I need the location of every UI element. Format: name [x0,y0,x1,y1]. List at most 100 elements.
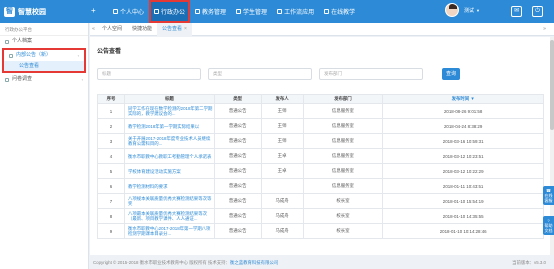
cell-department: 信息服务室 [302,148,384,164]
page-title: 公告查看 [97,49,122,55]
cell-title[interactable]: 教学检测2018年第一学期实际结果以 [123,118,215,134]
cell-type: 普通公告 [213,133,262,149]
float-label: 帮助文档 [544,223,553,233]
nav-item-online-teaching[interactable]: 在线教学 [319,0,360,23]
cell-department: 信息服务室 [302,163,384,179]
book-icon [195,9,201,14]
tab-personal-space[interactable]: 个人空间 [97,23,127,36]
table-row[interactable]: 7 八项规本关联质量优秀大赛检测结果等次等奖 普通公告 马成舟 校长室 2018-01-1… [97,193,544,209]
cell-publish-time: 2018-01-11 10:43:51 [382,178,544,194]
student-icon [236,9,242,14]
cell-department: 校长室 [302,193,384,209]
close-icon[interactable]: × [184,26,187,32]
table-row[interactable]: 3 关于开展2017-2018年度专业技术人员继续教育公需科目的... 普通公告 王师… [97,133,544,149]
cell-title[interactable]: 衡水市职教中心2017-2018年第一学期八项检测学期课本目录分... [123,223,215,239]
cell-department: 信息服务室 [302,103,384,119]
chevron-icon: ‹ [77,53,79,58]
type-filter-input[interactable]: 类型 [208,68,312,80]
cell-department: 校长室 [302,223,384,239]
column-header-publish-time[interactable]: 发布时间 ▼ [382,94,544,104]
column-header-department[interactable]: 发布部门 [302,94,384,104]
sidebar-subitem-view-announcements[interactable]: 公告查看 [4,61,84,71]
announcement-icon [9,53,13,58]
column-header-no[interactable]: 序号 [97,94,125,104]
mail-icon[interactable]: ✉ [511,6,522,17]
nav-label: 工作流应用 [284,10,315,16]
main-nav: 个人中心 行政办公 教务管理 学生管理 工作流应用 在线教学 [108,0,360,23]
scrollbar-thumb[interactable] [550,40,554,130]
survey-icon [5,77,9,82]
table-row[interactable]: 6 教学检测材料的要求 普通公告 信息服务室 2018-01-11 10:43:51 [97,178,544,194]
nav-item-academic-affairs[interactable]: 教务管理 [190,0,231,23]
version-text: 当前版本：v5.3.0 [512,260,546,265]
table-row[interactable]: 5 学校体育建设活动实施方案 普通公告 王卓 信息服务室 2018-03-12 10:22… [97,163,544,179]
title-filter-input[interactable]: 标题 [97,68,201,80]
column-header-publisher[interactable]: 发布人 [260,94,304,104]
workflow-icon [277,9,283,14]
tab-quick-functions[interactable]: 快捷功能 [127,23,157,36]
cell-publisher: 王师 [260,103,304,119]
cell-publish-time: 2018-01-10 14:35:55 [382,208,544,224]
tab-scroll-left-icon[interactable]: « [90,26,97,32]
tab-view-announcements[interactable]: 公告查看 × [157,22,192,36]
cell-publisher [260,178,304,194]
logo-mark-icon: 智 [4,6,15,17]
cell-publish-time: 2018-03-16 10:59:31 [382,133,544,149]
user-menu[interactable]: 测试 ▼ [445,3,480,17]
column-header-type[interactable]: 类型 [213,94,262,104]
cell-publish-time: 2018-08-26 9:01:58 [382,103,544,119]
table-row[interactable]: 4 衡水市职教中心教职工考勤管理个人承诺表 普通公告 王卓 信息服务室 2018-03-1… [97,148,544,164]
sidebar-item-personal-archive[interactable]: 个人档案 [0,36,88,47]
cell-publisher: 马成舟 [260,193,304,209]
online-service-button[interactable]: ☎ 在线客服 [543,186,554,205]
query-button[interactable]: 查询 [442,68,460,80]
cell-title[interactable]: 八项规本关联质量优秀大赛检测结果等次等奖 [123,193,215,209]
cell-title[interactable]: 衡水市职教中心教职工考勤管理个人承诺表 [123,148,215,164]
cell-publisher: 王师 [260,118,304,134]
main-content: 公告查看 标题 类型 发布部门 查询 序号 标题 类型 发布人 发布部门 发布时… [90,37,550,255]
cell-title[interactable]: 学校体育建设活动实施方案 [123,163,215,179]
sidebar-item-survey[interactable]: 问卷调查 ‹ [0,74,88,85]
cell-title[interactable]: 关于开展2017-2018年度专业技术人员继续教育公需科目的... [123,133,215,149]
tab-scroll-right-icon[interactable]: » [541,26,548,32]
float-label: 在线客服 [544,193,553,203]
nav-label: 行政办公 [161,10,186,16]
sidebar-group-announcements: 内部公告（新） ‹ 公告查看 [2,48,86,73]
menu-toggle-icon[interactable]: + [91,6,96,15]
folder-icon [5,39,9,44]
nav-item-workflow[interactable]: 工作流应用 [272,0,319,23]
cell-no: 4 [97,148,125,164]
table-row[interactable]: 2 教学检测2018年第一学期实际结果以 普通公告 王师 信息服务室 2018-04-24… [97,118,544,134]
app-logo[interactable]: 智 智慧校园 [4,5,46,18]
sidebar-item-internal-announcements[interactable]: 内部公告（新） ‹ [4,50,84,61]
department-filter-input[interactable]: 发布部门 [319,68,423,80]
avatar[interactable] [445,3,459,17]
sidebar-header: 行政办公平台 [0,23,88,36]
cell-publish-time: 2018-01-10 10:14:28:46 [382,223,544,239]
table-row[interactable]: 9 衡水市职教中心2017-2018年第一学期八项检测学期课本目录分... 普通公告… [97,223,544,239]
cell-department: 信息服务室 [302,178,384,194]
cell-type: 普通公告 [213,223,262,239]
support-link[interactable]: 衡之蓝教育科技有限公司 [230,260,278,265]
nav-item-student-management[interactable]: 学生管理 [231,0,272,23]
cell-type: 普通公告 [213,118,262,134]
monitor-icon [324,9,330,14]
cell-title[interactable]: 教学检测材料的要求 [123,178,215,194]
nav-item-admin-office[interactable]: 行政办公 [149,0,191,23]
nav-item-personal-center[interactable]: 个人中心 [108,0,149,23]
help-docs-button[interactable]: ? 帮助文档 [543,216,554,235]
cell-title[interactable]: 同学工作在现在数学检测的2018年第二学期实际的，教学建议会的... [123,103,215,119]
table-row[interactable]: 1 同学工作在现在数学检测的2018年第二学期实际的，教学建议会的... 普通公告王… [97,103,544,119]
cell-no: 5 [97,163,125,179]
sidebar-item-label: 内部公告（新） [16,52,52,58]
power-icon[interactable]: ⏻ [532,6,543,17]
column-header-title[interactable]: 标题 [123,94,215,104]
cell-publisher: 王卓 [260,148,304,164]
cell-no: 1 [97,103,125,119]
nav-label: 教务管理 [202,10,227,16]
cell-no: 9 [97,223,125,239]
cell-title[interactable]: 八项最本关联质量优秀大赛检测结果等次（最新、项目教学课件、人人通证... [123,208,215,224]
table-row[interactable]: 8 八项最本关联质量优秀大赛检测结果等次（最新、项目教学课件、人人通证... 普通公… [97,208,544,224]
cell-publisher: 马成舟 [260,208,304,224]
filter-bar: 标题 类型 发布部门 [97,68,430,80]
